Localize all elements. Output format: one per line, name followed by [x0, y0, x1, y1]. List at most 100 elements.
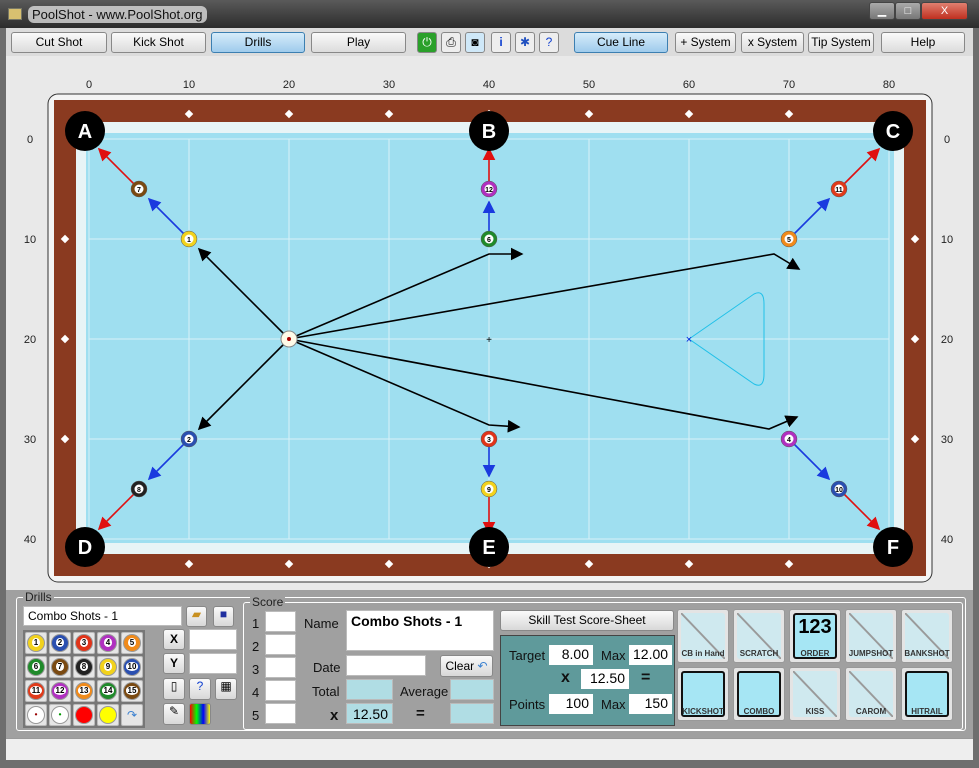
- pocket-b[interactable]: B: [469, 111, 509, 151]
- ball-7[interactable]: 7: [130, 180, 148, 198]
- clear-button[interactable]: Clear ↶: [440, 655, 493, 677]
- print-icon[interactable]: ⎙: [441, 32, 461, 53]
- palette-cell[interactable]: 5: [121, 632, 143, 654]
- palette-cell[interactable]: [73, 704, 95, 726]
- palette-cell[interactable]: •: [49, 704, 71, 726]
- palette-ball-10[interactable]: 10: [123, 658, 141, 676]
- help-button[interactable]: Help: [881, 32, 965, 53]
- score-row-input[interactable]: [265, 680, 296, 701]
- open-folder-button[interactable]: ▰: [186, 606, 207, 627]
- palette-ball-14[interactable]: 14: [99, 682, 117, 700]
- palette-ball-6[interactable]: 6: [27, 658, 45, 676]
- play-button[interactable]: Play: [311, 32, 406, 53]
- shot-type-kickshot[interactable]: KICKSHOT: [677, 667, 729, 721]
- save-button[interactable]: ■: [213, 606, 234, 627]
- palette-ball-2[interactable]: 2: [51, 634, 69, 652]
- shot-type-jumpshot[interactable]: JUMPSHOT: [845, 609, 897, 663]
- palette-cell[interactable]: [97, 704, 119, 726]
- spreadsheet-icon[interactable]: ▦: [215, 678, 237, 700]
- ball-10[interactable]: 10: [830, 480, 848, 498]
- ball-12[interactable]: 12: [480, 180, 498, 198]
- pocket-f[interactable]: F: [873, 527, 913, 567]
- ball-6[interactable]: 6: [480, 230, 498, 248]
- palette-ball-5[interactable]: 5: [123, 634, 141, 652]
- max-target-field[interactable]: 12.00: [629, 645, 672, 665]
- palette-cell[interactable]: 11: [25, 680, 47, 702]
- palette-cell[interactable]: 4: [97, 632, 119, 654]
- palette-ball-12[interactable]: 12: [51, 682, 69, 700]
- palette-cell[interactable]: 9: [97, 656, 119, 678]
- shot-type-bankshot[interactable]: BANKSHOT: [901, 609, 953, 663]
- score-row-input[interactable]: [265, 611, 296, 632]
- palette-cell[interactable]: 6: [25, 656, 47, 678]
- plus-system-button[interactable]: + System: [675, 32, 736, 53]
- palette-ball-11[interactable]: 11: [27, 682, 45, 700]
- palette-ghost-ball[interactable]: •: [51, 706, 69, 724]
- pocket-e[interactable]: E: [469, 527, 509, 567]
- palette-ball-8[interactable]: 8: [75, 658, 93, 676]
- edit-notes-icon[interactable]: ✎: [163, 703, 185, 725]
- ball-8[interactable]: 8: [130, 480, 148, 498]
- palette-ball-4[interactable]: 4: [99, 634, 117, 652]
- x-input[interactable]: [189, 629, 237, 650]
- info-icon[interactable]: i: [491, 32, 511, 53]
- camera-icon[interactable]: ◙: [465, 32, 485, 53]
- palette-cell[interactable]: 13: [73, 680, 95, 702]
- shot-type-scratch[interactable]: SCRATCH: [733, 609, 785, 663]
- ball-11[interactable]: 11: [830, 180, 848, 198]
- target-field[interactable]: 8.00: [549, 645, 593, 665]
- shot-type-order[interactable]: 123 ORDER: [789, 609, 841, 663]
- close-button[interactable]: X: [921, 2, 968, 20]
- palette-cell[interactable]: 2: [49, 632, 71, 654]
- palette-redo-icon[interactable]: ↷: [121, 704, 143, 726]
- palette-ball-15[interactable]: 15: [123, 682, 141, 700]
- pocket-a[interactable]: A: [65, 111, 105, 151]
- pocket-c[interactable]: C: [873, 111, 913, 151]
- palette-ball-13[interactable]: 13: [75, 682, 93, 700]
- skill-test-score-sheet-button[interactable]: Skill Test Score-Sheet: [500, 610, 674, 631]
- shot-type-kiss[interactable]: KISS: [789, 667, 841, 721]
- help-doc-icon[interactable]: ?: [539, 32, 559, 53]
- score-row-input[interactable]: [265, 657, 296, 678]
- ball-4[interactable]: 4: [780, 430, 798, 448]
- maximize-button[interactable]: □: [895, 2, 921, 20]
- shot-type-cb-in-hand[interactable]: CB in Hand: [677, 609, 729, 663]
- ball-5[interactable]: 5: [780, 230, 798, 248]
- palette-ball-9[interactable]: 9: [99, 658, 117, 676]
- palette-cell[interactable]: 10: [121, 656, 143, 678]
- pool-table[interactable]: 0 10 20 30 40 50 60 70 80 0 0 10 10 20 20 30 30 40 40 × + A B C…: [6, 56, 973, 590]
- document-help-icon[interactable]: ?: [189, 678, 211, 700]
- minimize-button[interactable]: ▁: [869, 2, 895, 20]
- cue-ball[interactable]: [280, 330, 298, 348]
- palette-cell[interactable]: 8: [73, 656, 95, 678]
- palette-cell[interactable]: 15: [121, 680, 143, 702]
- drills-button[interactable]: Drills: [211, 32, 305, 53]
- palette-ball-1[interactable]: 1: [27, 634, 45, 652]
- skill-multiplier-field[interactable]: 12.50: [581, 669, 629, 689]
- palette-yellow-marker[interactable]: [99, 706, 117, 724]
- ball-2[interactable]: 2: [180, 430, 198, 448]
- palette-red-marker[interactable]: [75, 706, 93, 724]
- palette-cell[interactable]: •: [25, 704, 47, 726]
- power-icon[interactable]: ⏻: [417, 32, 437, 53]
- score-name-input[interactable]: Combo Shots - 1: [346, 610, 494, 651]
- ball-9[interactable]: 9: [480, 480, 498, 498]
- score-row-input[interactable]: [265, 634, 296, 655]
- kick-shot-button[interactable]: Kick Shot: [111, 32, 206, 53]
- cue-line-button[interactable]: Cue Line: [574, 32, 668, 53]
- shot-type-combo[interactable]: COMBO: [733, 667, 785, 721]
- shot-type-carom[interactable]: CAROM: [845, 667, 897, 721]
- palette-ball-7[interactable]: 7: [51, 658, 69, 676]
- table-canvas[interactable]: 0 10 20 30 40 50 60 70 80 0 0 10 10 20 20 30 30 40 40 × + A B C…: [6, 56, 973, 590]
- palette-ball-3[interactable]: 3: [75, 634, 93, 652]
- cut-shot-button[interactable]: Cut Shot: [11, 32, 107, 53]
- date-input[interactable]: [346, 655, 426, 676]
- drill-name-input[interactable]: Combo Shots - 1: [23, 606, 182, 626]
- palette-cell[interactable]: 1: [25, 632, 47, 654]
- palette-cell[interactable]: 7: [49, 656, 71, 678]
- color-palette-icon[interactable]: [189, 703, 211, 725]
- score-row-input[interactable]: [265, 703, 296, 724]
- ball-3[interactable]: 3: [480, 430, 498, 448]
- palette-cue-ball[interactable]: •: [27, 706, 45, 724]
- x-system-button[interactable]: x System: [741, 32, 804, 53]
